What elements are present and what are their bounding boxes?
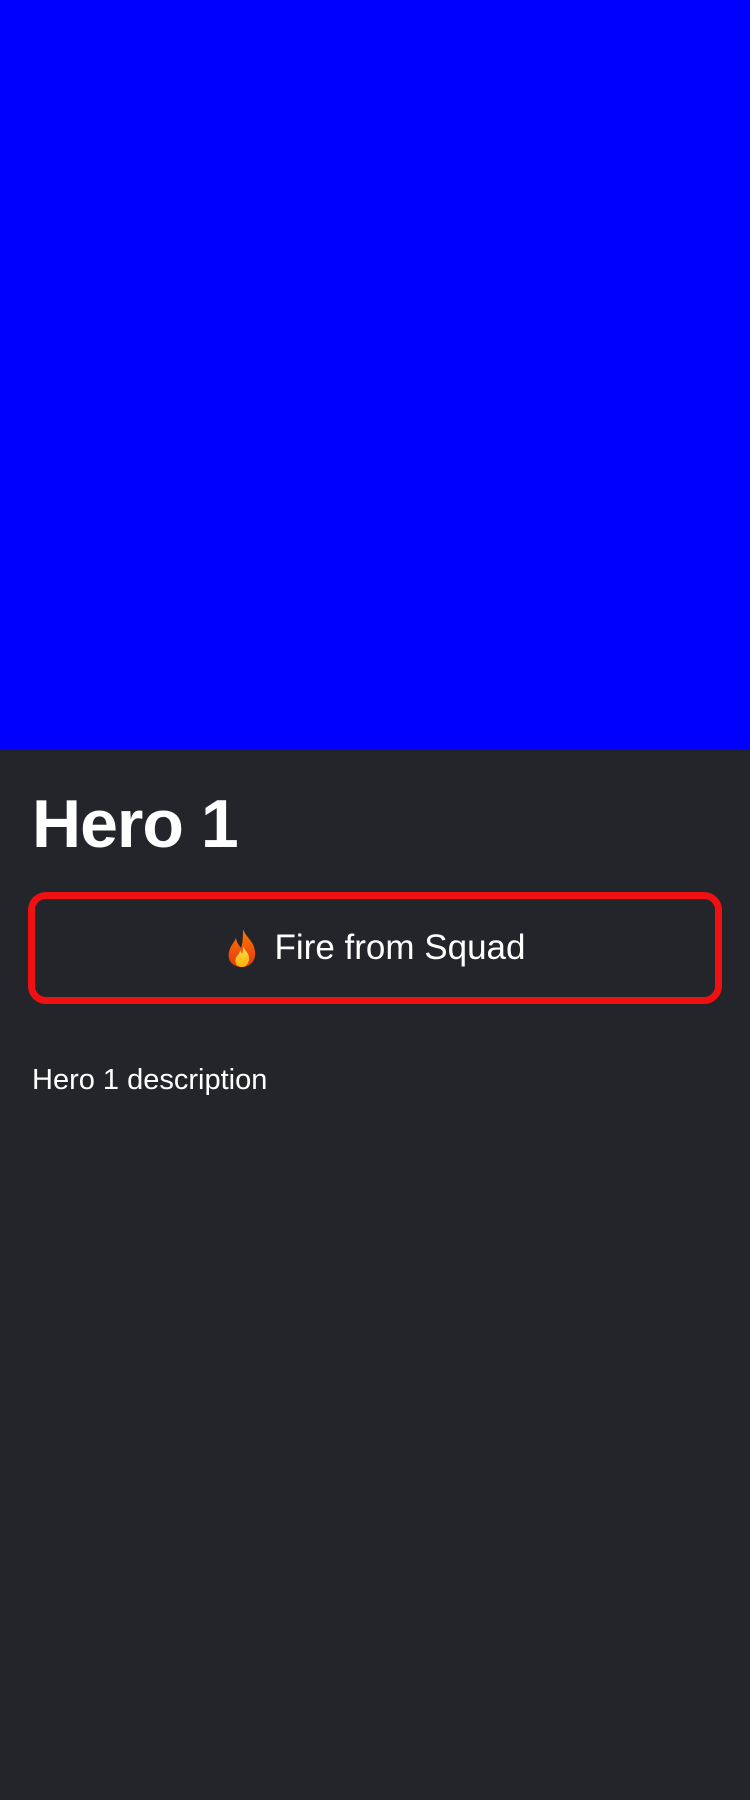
fire-from-squad-label: Fire from Squad — [274, 928, 526, 967]
fire-icon — [225, 928, 261, 968]
fire-from-squad-button[interactable]: Fire from Squad — [28, 892, 722, 1004]
hero-detail-screen: Hero 1 Fire from Squad Hero 1 descriptio… — [0, 0, 750, 1800]
hero-description: Hero 1 description — [32, 1064, 268, 1096]
hero-image — [0, 0, 750, 750]
hero-content: Hero 1 Fire from Squad Hero 1 descriptio… — [28, 750, 722, 1096]
hero-title: Hero 1 — [32, 786, 239, 862]
